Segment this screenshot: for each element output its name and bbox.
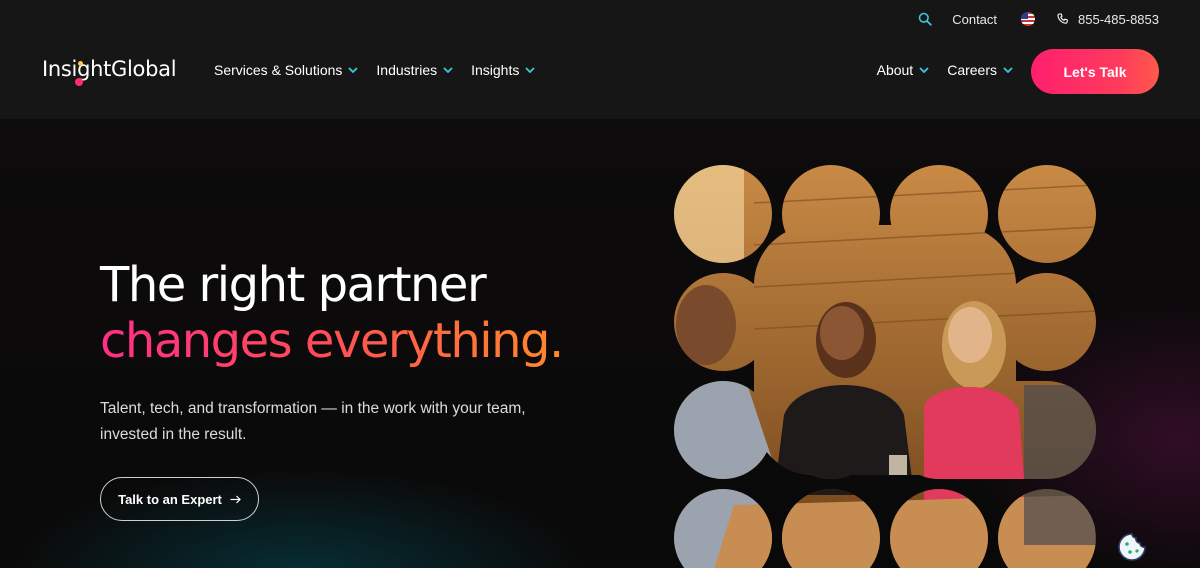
chevron-down-icon	[1003, 67, 1013, 73]
logo-dot-yellow	[78, 61, 83, 66]
hero-subtext: Talent, tech, and transformation — in th…	[100, 400, 526, 443]
button-label: Talk to an Expert	[118, 491, 222, 507]
cookie-icon[interactable]	[1117, 532, 1147, 562]
nav-label: Services & Solutions	[214, 62, 343, 78]
contact-link[interactable]: Contact	[952, 12, 997, 27]
headline-line-2: changes everything.	[100, 313, 564, 369]
chevron-down-icon	[525, 67, 535, 73]
chevron-down-icon	[919, 67, 929, 73]
nav-services-solutions[interactable]: Services & Solutions	[214, 62, 359, 78]
hero-section: The right partner changes everything. Ta…	[0, 119, 1200, 568]
logo-dot-pink	[75, 78, 83, 86]
us-flag-icon[interactable]	[1021, 12, 1036, 26]
phone-number: 855-485-8853	[1078, 11, 1159, 27]
hero-headline: The right partner changes everything.	[100, 257, 564, 369]
chevron-down-icon	[443, 67, 453, 73]
site-header: Contact 855-485-8853 InsightGlobal Servi…	[0, 0, 1200, 119]
nav-careers[interactable]: Careers	[947, 62, 1013, 78]
chevron-down-icon	[348, 67, 359, 73]
lets-talk-button[interactable]: Let's Talk	[1031, 49, 1159, 94]
arrow-right-icon	[230, 495, 241, 504]
search-icon	[918, 12, 932, 26]
photo-people-meeting	[674, 165, 1096, 568]
phone-link[interactable]: 855-485-8853	[1057, 12, 1159, 27]
logo-text: InsightGlobal	[42, 57, 177, 81]
nav-label: Insights	[471, 62, 520, 78]
secondary-nav: About Careers	[859, 62, 1013, 78]
insight-global-logo[interactable]: InsightGlobal	[42, 57, 177, 91]
nav-industries[interactable]: Industries	[376, 62, 453, 78]
nav-label: Careers	[947, 62, 997, 78]
nav-about[interactable]: About	[877, 62, 930, 78]
headline-line-1: The right partner	[100, 257, 487, 313]
nav-label: Industries	[376, 62, 438, 78]
utility-bar: Contact 855-485-8853	[918, 9, 1159, 29]
talk-to-expert-button[interactable]: Talk to an Expert	[100, 477, 259, 521]
phone-icon	[1057, 13, 1069, 25]
nav-label: About	[876, 62, 914, 78]
primary-nav: Services & Solutions Industries Insights	[214, 62, 553, 78]
nav-insights[interactable]: Insights	[471, 62, 535, 78]
search-button[interactable]	[918, 12, 932, 26]
hero-photo-mosaic	[674, 165, 1096, 568]
